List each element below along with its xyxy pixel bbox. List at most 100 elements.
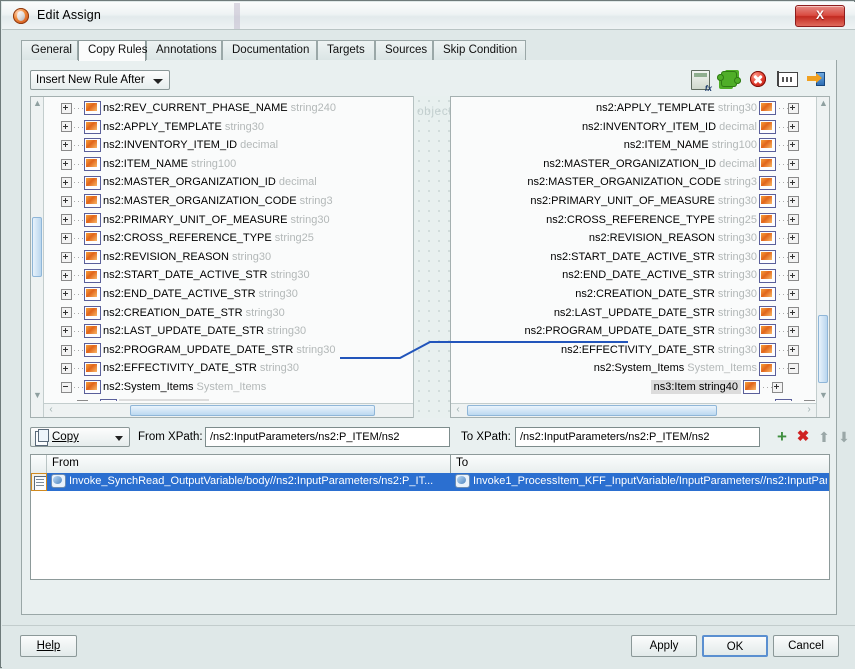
add-rule-icon[interactable]: + — [774, 428, 790, 445]
expand-icon[interactable] — [804, 400, 815, 401]
expand-icon[interactable] — [788, 158, 799, 170]
expand-icon[interactable] — [788, 121, 799, 133]
tree-node[interactable]: AL_OBJ_TYPE APPS.INV_EBI_ITEM_PHYSICAL_O… — [453, 397, 816, 401]
expand-icon[interactable] — [788, 270, 799, 282]
expand-icon[interactable] — [61, 214, 72, 226]
scroll-left-icon[interactable]: ‹ — [451, 404, 465, 417]
exit-button[interactable] — [805, 68, 827, 90]
source-tree-vscrollbar[interactable]: ▲ ▼ — [31, 97, 44, 417]
insert-rule-dropdown[interactable]: Insert New Rule After — [30, 70, 170, 90]
source-tree-hscrollbar[interactable]: ‹ › — [44, 403, 427, 417]
move-up-icon[interactable]: ⬆ — [816, 429, 832, 445]
expand-icon[interactable] — [788, 214, 799, 226]
expression-builder-button[interactable] — [689, 68, 712, 93]
table-row[interactable]: Invoke_SynchRead_OutputVariable/body//ns… — [31, 473, 829, 491]
expand-icon[interactable] — [788, 325, 799, 337]
tree-node[interactable]: ns2:START_DATE_ACTIVE_STR string30 ··· — [453, 248, 816, 267]
target-tree-panel[interactable]: ns2:APPLY_TEMPLATE string30 ··· ns2:INVENT… — [450, 96, 830, 418]
tab-annotations[interactable]: Annotations — [146, 40, 222, 60]
tree-node[interactable]: ns2:INVENTORY_ITEM_ID decimal ··· — [453, 118, 816, 137]
cancel-button[interactable]: Cancel — [773, 635, 839, 657]
expand-icon[interactable] — [61, 363, 72, 375]
tree-node[interactable]: ··· ns2:EFFECTIVITY_DATE_STR string30 — [44, 359, 425, 378]
tab-sources[interactable]: Sources — [375, 40, 433, 60]
scroll-right-icon[interactable]: › — [802, 404, 816, 417]
expand-icon[interactable] — [61, 344, 72, 356]
delete-rule-icon[interactable]: ✖ — [795, 429, 811, 445]
expand-icon[interactable] — [61, 325, 72, 337]
expand-icon[interactable] — [788, 139, 799, 151]
tree-node[interactable]: ns2:ITEM_NAME string100 ··· — [453, 136, 816, 155]
target-tree-hscrollbar[interactable]: ‹ › — [451, 403, 816, 417]
help-button[interactable]: Help — [20, 635, 77, 657]
close-button[interactable]: X — [795, 5, 845, 27]
expand-icon[interactable] — [61, 232, 72, 244]
collapse-icon[interactable] — [788, 363, 799, 375]
tab-copy-rules[interactable]: Copy Rules — [78, 40, 147, 61]
expand-icon[interactable] — [61, 121, 72, 133]
expand-icon[interactable] — [788, 177, 799, 189]
tree-node[interactable]: ns2:REVISION_REASON string30 ··· — [453, 229, 816, 248]
target-tree-vscrollbar[interactable]: ▲ ▼ — [816, 97, 829, 417]
expand-icon[interactable] — [61, 158, 72, 170]
expand-icon[interactable] — [61, 307, 72, 319]
tree-node[interactable]: ··· ns2:ITEM_NAME string100 — [44, 155, 425, 174]
tab-targets[interactable]: Targets — [317, 40, 375, 60]
tree-node[interactable]: ns2:APPLY_TEMPLATE string30 ··· — [453, 99, 816, 118]
to-xpath-input[interactable]: /ns2:InputParameters/ns2:P_ITEM/ns2 — [515, 427, 760, 447]
expand-icon[interactable] — [77, 400, 88, 401]
tree-node[interactable]: ··· ns2:APPLY_TEMPLATE string30 — [44, 118, 425, 137]
tab-documentation[interactable]: Documentation — [222, 40, 317, 60]
tree-node[interactable]: ns2:CROSS_REFERENCE_TYPE string25 ··· — [453, 211, 816, 230]
expand-icon[interactable] — [61, 195, 72, 207]
tree-node[interactable]: ··· ns2:MASTER_ORGANIZATION_ID decimal — [44, 173, 425, 192]
ok-button[interactable]: OK — [702, 635, 768, 657]
source-vscroll-thumb[interactable] — [32, 217, 42, 277]
expand-icon[interactable] — [788, 344, 799, 356]
tree-node[interactable]: ns2:LAST_UPDATE_DATE_STR string30 ··· — [453, 304, 816, 323]
source-hscroll-thumb[interactable] — [130, 405, 375, 416]
tree-node[interactable]: ns2:MASTER_ORGANIZATION_CODE string3 ··· — [453, 173, 816, 192]
tree-node[interactable]: ns2:PRIMARY_UNIT_OF_MEASURE string30 ··· — [453, 192, 816, 211]
tab-general[interactable]: General — [21, 40, 78, 60]
tree-node[interactable]: ns2:END_DATE_ACTIVE_STR string30 ··· — [453, 266, 816, 285]
scroll-up-icon[interactable]: ▲ — [31, 97, 44, 111]
from-xpath-input[interactable]: /ns2:InputParameters/ns2:P_ITEM/ns2 — [205, 427, 450, 447]
tree-node[interactable]: ··· ns2:MASTER_ORGANIZATION_CODE string3 — [44, 192, 425, 211]
tree-node[interactable]: ns3:Item string40 ··· — [453, 378, 816, 397]
tree-node[interactable]: ns2:MASTER_ORGANIZATION_ID decimal ··· — [453, 155, 816, 174]
expand-icon[interactable] — [61, 270, 72, 282]
expand-icon[interactable] — [788, 251, 799, 263]
tree-node[interactable]: ns2:CREATION_DATE_STR string30 ··· — [453, 285, 816, 304]
rename-button[interactable] — [776, 68, 798, 90]
tree-node[interactable]: ··· ns2:CROSS_REFERENCE_TYPE string25 — [44, 229, 425, 248]
tree-node[interactable]: ··· ns2:START_DATE_ACTIVE_STR string30 — [44, 266, 425, 285]
tree-node[interactable]: ··· ns2:END_DATE_ACTIVE_STR string30 — [44, 285, 425, 304]
expand-icon[interactable] — [788, 102, 799, 114]
copy-mode-dropdown[interactable]: Copy — [30, 427, 130, 447]
expand-icon[interactable] — [788, 232, 799, 244]
tree-node[interactable]: ··· ns2:System_Items System_Items — [44, 378, 425, 397]
tree-node[interactable]: ns2:PROGRAM_UPDATE_DATE_STR string30 ··· — [453, 322, 816, 341]
expand-icon[interactable] — [788, 195, 799, 207]
expand-icon[interactable] — [61, 139, 72, 151]
move-down-icon[interactable]: ⬇ — [836, 429, 852, 445]
expand-icon[interactable] — [61, 251, 72, 263]
tree-node[interactable]: ··· ns2:LAST_UPDATE_DATE_STR string30 — [44, 322, 425, 341]
tree-node[interactable]: ··· ns2:PRIMARY_UNIT_OF_MEASURE string30 — [44, 211, 425, 230]
delete-rule-button[interactable] — [747, 68, 769, 90]
scroll-down-icon[interactable]: ▼ — [31, 389, 44, 403]
target-hscroll-thumb[interactable] — [467, 405, 717, 416]
collapse-icon[interactable] — [61, 381, 72, 393]
scroll-down-icon[interactable]: ▼ — [817, 389, 829, 403]
tree-node[interactable]: ··· ns3:Item string40 — [44, 397, 425, 401]
source-tree-panel[interactable]: ▲ ▼ ··· ns2:REV_CURRENT_PHASE_NAME string… — [30, 96, 440, 418]
tab-skip-condition[interactable]: Skip Condition — [433, 40, 526, 60]
tree-node[interactable]: ··· ns2:INVENTORY_ITEM_ID decimal — [44, 136, 425, 155]
tree-node[interactable]: ns2:System_Items System_Items ··· — [453, 359, 816, 378]
tree-node[interactable]: ··· ns2:REV_CURRENT_PHASE_NAME string240 — [44, 99, 425, 118]
apply-button[interactable]: Apply — [631, 635, 697, 657]
tree-node[interactable]: ns2:EFFECTIVITY_DATE_STR string30 ··· — [453, 341, 816, 360]
scroll-up-icon[interactable]: ▲ — [817, 97, 829, 111]
target-vscroll-thumb[interactable] — [818, 315, 828, 383]
